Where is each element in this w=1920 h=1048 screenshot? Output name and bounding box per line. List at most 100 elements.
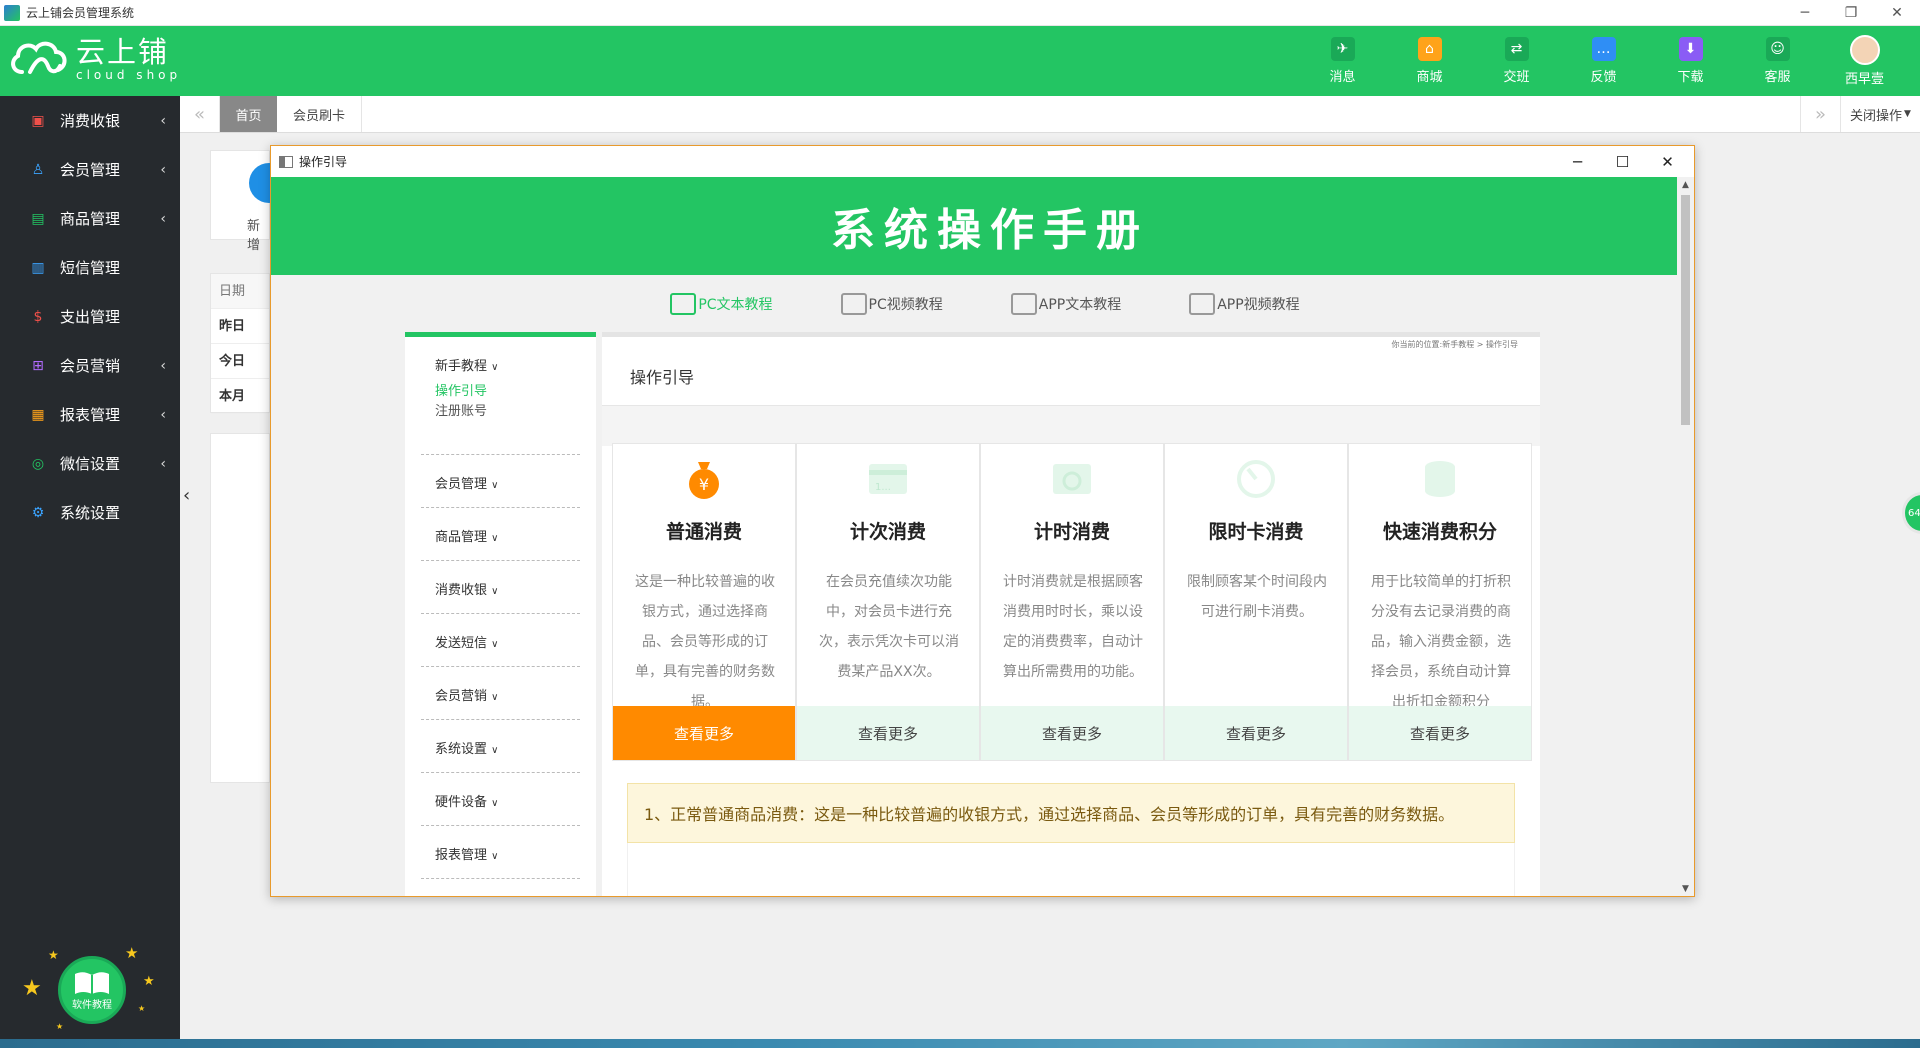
sidebar-item[interactable]: ♙ 会员管理 ‹ xyxy=(0,145,180,194)
floating-ball-label: 64 xyxy=(1908,507,1920,519)
app-header: 云上铺 cloud shop ✈ 消息 ⌂ 商城 ⇄ 交班 … 反馈 ⬇ 下载 ☺ 客服 西早壹 xyxy=(0,26,1920,96)
card-description: 用于比较简单的打折积分没有去记录消费的商品，输入消费金额，选择会员，系统自动计算… xyxy=(1371,574,1511,710)
scroll-thumb[interactable] xyxy=(1681,195,1690,425)
new-member-card[interactable]: 新增 xyxy=(210,150,289,253)
nav-section[interactable]: 硬件设备 ∨ xyxy=(421,773,580,826)
tab-scroll-left-button[interactable]: « xyxy=(180,96,220,132)
sidebar-item[interactable]: ⚙ 系统设置 xyxy=(0,488,180,537)
new-member-label: 新增 xyxy=(247,219,261,253)
view-more-button[interactable]: 查看更多 xyxy=(1349,706,1531,760)
topnav-label: 交班 xyxy=(1503,70,1530,85)
paper-plane-icon: ✈ xyxy=(1330,37,1355,61)
card-description: 这是一种比较普遍的收银方式，通过选择商品、会员等形成的订单，具有完善的财务数据。 xyxy=(635,574,775,710)
sidebar-item[interactable]: ◎ 微信设置 ‹ xyxy=(0,439,180,488)
svg-text:1...: 1... xyxy=(875,482,891,493)
note-text: 1、正常普通商品消费：这是一种比较普遍的收银方式，通过选择商品、会员等形成的订单… xyxy=(627,783,1515,843)
tab-member-card[interactable]: 会员刷卡 xyxy=(277,96,362,132)
nav-section[interactable]: 发送短信 ∨ xyxy=(421,614,580,667)
nav-section[interactable]: 报表管理 ∨ xyxy=(421,826,580,879)
tab-scroll-right-button[interactable]: » xyxy=(1800,96,1840,132)
star-icon: ★ xyxy=(143,974,155,989)
card-title: 计时消费 xyxy=(1033,521,1110,543)
sidebar-item-label: 短信管理 xyxy=(60,259,121,277)
document-icon xyxy=(670,293,697,315)
chevron-down-icon: ∨ xyxy=(491,480,499,491)
card-title: 普通消费 xyxy=(665,521,742,543)
tutorial-nav: 新手教程 ∨ 操作引导 注册账号 会员管理 ∨ 商品管理 ∨ 消费收银 ∨ 发送短信 … xyxy=(405,332,596,896)
view-more-button[interactable]: 查看更多 xyxy=(613,706,795,760)
dialog-body: 系统操作手册 PC文本教程 PC视频教程 APP文本教程 APP视频教程 新手教… xyxy=(271,177,1679,896)
sidebar-item-label: 系统设置 xyxy=(60,504,121,522)
nav-link-register[interactable]: 注册账号 xyxy=(435,402,580,422)
brand-slogan: cloud shop xyxy=(76,68,182,82)
caret-down-icon: ▼ xyxy=(1904,109,1911,119)
svg-text:¥: ¥ xyxy=(699,475,709,494)
close-button[interactable]: ✕ xyxy=(1874,0,1920,26)
chevron-down-icon: ∨ xyxy=(491,851,499,862)
close-operations-dropdown[interactable]: 关闭操作 ▼ xyxy=(1840,96,1920,132)
logo: 云上铺 cloud shop xyxy=(8,36,181,82)
view-more-button[interactable]: 查看更多 xyxy=(1165,706,1347,760)
topnav-item[interactable]: 西早壹 xyxy=(1821,26,1908,96)
user-avatar xyxy=(1849,35,1880,65)
chevron-left-icon: ‹ xyxy=(160,455,166,472)
software-tutorial-button[interactable]: 软件教程 xyxy=(58,956,126,1024)
sidebar-item[interactable]: $ 支出管理 xyxy=(0,292,180,341)
scroll-down-icon[interactable]: ▼ xyxy=(1677,881,1694,896)
wechat-icon: ◎ xyxy=(31,455,45,472)
nav-section-label: 报表管理 xyxy=(435,848,488,863)
money-bag-icon: ¥ xyxy=(683,458,725,500)
view-more-button[interactable]: 查看更多 xyxy=(797,706,979,760)
nav-section[interactable]: 系统设置 ∨ xyxy=(421,720,580,773)
download-icon: ⬇ xyxy=(1678,37,1703,61)
topnav-item[interactable]: ⬇ 下载 xyxy=(1647,26,1734,96)
floating-assistant-ball[interactable]: 64 xyxy=(1902,492,1920,534)
nav-section[interactable]: 商品管理 ∨ xyxy=(421,508,580,561)
stats-table-row: 今日 xyxy=(211,344,269,379)
sidebar-item[interactable]: ⊞ 会员营销 ‹ xyxy=(0,341,180,390)
stats-table: 日期 昨日 今日 本月 xyxy=(210,273,270,414)
topnav-item[interactable]: ⌂ 商城 xyxy=(1386,26,1473,96)
dialog-maximize-button[interactable]: ☐ xyxy=(1600,146,1645,177)
chevron-down-icon: ∨ xyxy=(491,586,499,597)
sidebar-item[interactable]: ▣ 消费收银 ‹ xyxy=(0,96,180,145)
doc-tab[interactable]: PC文本教程 xyxy=(670,275,773,333)
feature-cards: ¥ 普通消费 这是一种比较普遍的收银方式，通过选择商品、会员等形成的订单，具有完… xyxy=(612,443,1532,763)
maximize-button[interactable]: ❐ xyxy=(1828,0,1874,26)
doc-tab-label: PC文本教程 xyxy=(698,297,773,313)
topnav-item[interactable]: ⇄ 交班 xyxy=(1473,26,1560,96)
software-tutorial-label: 软件教程 xyxy=(72,999,112,1011)
count-card-icon: 1... xyxy=(867,458,909,500)
doc-tab[interactable]: APP文本教程 xyxy=(1010,275,1121,333)
view-more-button[interactable]: 查看更多 xyxy=(981,706,1163,760)
topnav-item[interactable]: … 反馈 xyxy=(1560,26,1647,96)
sidebar-item[interactable]: ▤ 商品管理 ‹ xyxy=(0,194,180,243)
nav-section-label: 会员营销 xyxy=(435,689,488,704)
scroll-up-icon[interactable]: ▲ xyxy=(1677,177,1694,193)
dialog-close-button[interactable]: ✕ xyxy=(1645,146,1690,177)
topnav-item[interactable]: ✈ 消息 xyxy=(1299,26,1386,96)
minimize-button[interactable]: ─ xyxy=(1782,0,1828,26)
feature-card: 计时消费 计时消费就是根据顾客消费用时时长，乘以设定的消费费率，自动计算出所需费… xyxy=(980,443,1164,761)
sidebar-item[interactable]: ▥ 短信管理 xyxy=(0,243,180,292)
nav-section[interactable]: 会员营销 ∨ xyxy=(421,667,580,720)
nav-section-label: 消费收银 xyxy=(435,583,488,598)
doc-tab[interactable]: APP视频教程 xyxy=(1189,275,1300,333)
dialog-minimize-button[interactable]: ─ xyxy=(1555,146,1600,177)
desktop-taskbar xyxy=(0,1039,1920,1048)
nav-section[interactable]: 消费收银 ∨ xyxy=(421,561,580,614)
sidebar-item[interactable]: ▦ 报表管理 ‹ xyxy=(0,390,180,439)
doc-tab[interactable]: PC视频教程 xyxy=(840,275,943,333)
nav-link-operation-guide[interactable]: 操作引导 xyxy=(435,382,580,402)
dialog-scrollbar[interactable]: ▲ ▼ xyxy=(1677,177,1694,896)
topnav-item[interactable]: ☺ 客服 xyxy=(1734,26,1821,96)
nav-section[interactable]: 微信新手教程 ∨ xyxy=(421,879,580,896)
topnav-label: 反馈 xyxy=(1590,70,1617,85)
nav-section-title[interactable]: 新手教程 ∨ xyxy=(435,355,580,374)
cloud-logo-icon xyxy=(11,41,67,74)
tab-strip: « 首页 会员刷卡 » 关闭操作 ▼ xyxy=(180,96,1920,133)
nav-section[interactable]: 会员管理 ∨ xyxy=(421,455,580,508)
tab-home[interactable]: 首页 xyxy=(220,96,277,132)
collapse-sidebar-icon[interactable]: ‹ xyxy=(183,485,190,506)
topnav-label: 商城 xyxy=(1416,70,1443,85)
